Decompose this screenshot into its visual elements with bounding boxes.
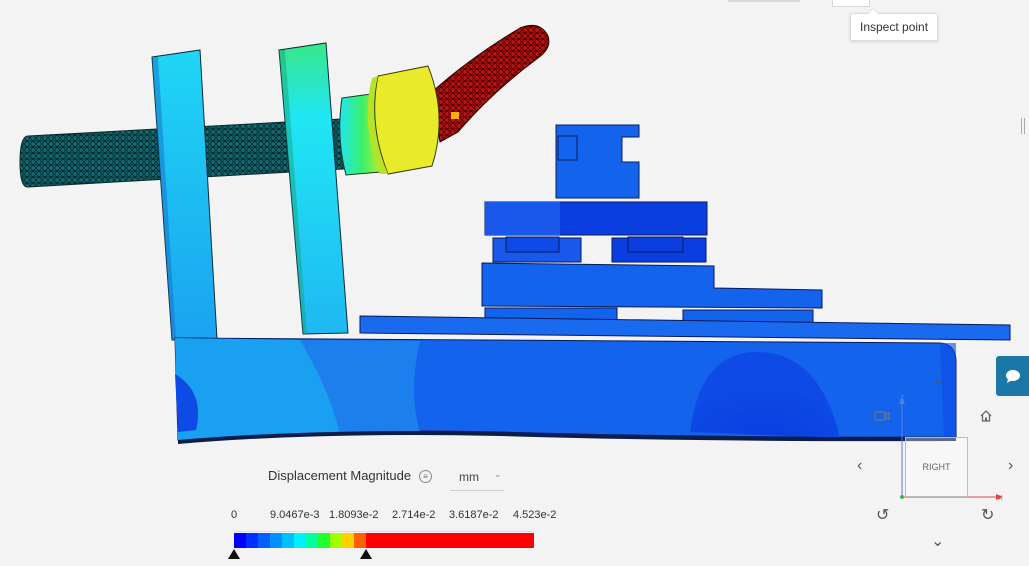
legend-menu-icon[interactable]: ≡ (419, 470, 432, 483)
unit-dropdown[interactable]: mm ⌄ (450, 463, 504, 491)
legend-title: Displacement Magnitude (268, 468, 412, 483)
view-cube-right-face[interactable]: RIGHT (905, 437, 968, 497)
legend-tick: 1.8093e-2 (329, 509, 379, 521)
unit-value: mm (459, 470, 479, 484)
toolbar-edge (728, 0, 800, 2)
legend-tick: 4.523e-2 (513, 509, 557, 521)
chat-button[interactable] (996, 356, 1029, 396)
legend-tick: 9.0467e-3 (270, 509, 320, 521)
inspect-point-button[interactable] (832, 0, 870, 7)
legend-tick: 2.714e-2 (392, 509, 436, 521)
colorbar-segment (342, 533, 354, 548)
rotate-right-icon[interactable]: ↻ (981, 508, 994, 524)
colorbar-segment (306, 533, 318, 548)
panel-resize-handle[interactable] (1021, 118, 1025, 134)
meshed-hose-red (431, 24, 550, 143)
nav-left-chevron-icon[interactable]: ‹ (857, 458, 862, 474)
colorbar-segment (234, 533, 246, 548)
colorbar-segment (258, 533, 270, 548)
legend-tick: 3.6187e-2 (449, 509, 499, 521)
support-post-left (151, 49, 218, 341)
colorbar-segment (366, 533, 534, 548)
legend-max-marker[interactable] (360, 549, 372, 559)
coupling-ring-large (374, 65, 440, 175)
nav-down-chevron-icon[interactable]: ⌄ (931, 534, 944, 550)
legend-min-marker[interactable] (228, 549, 240, 559)
inspect-point-tooltip: Inspect point (850, 8, 939, 41)
model-render[interactable] (0, 0, 1029, 561)
legend-tick: 0 (231, 509, 238, 521)
axis-z-label: Z (900, 395, 905, 402)
legend-ticks: 0 9.0467e-3 1.8093e-2 2.714e-2 3.6187e-2… (228, 509, 568, 523)
colorbar-segment (282, 533, 294, 548)
3d-viewport[interactable] (0, 0, 1029, 561)
video-camera-icon[interactable] (874, 409, 890, 427)
support-post-right (278, 42, 349, 335)
colorbar-segment (246, 533, 258, 548)
colorbar-segment (318, 533, 330, 548)
colorbar-segment (294, 533, 306, 548)
axis-x-label: X (998, 495, 1003, 502)
legend-colorbar (234, 533, 534, 548)
nav-right-chevron-icon[interactable]: › (1008, 458, 1013, 474)
colorbar-segment (354, 533, 366, 548)
plate-middle (481, 262, 823, 309)
chat-icon (1005, 369, 1020, 383)
colorbar-segment (330, 533, 342, 548)
legend-slider-track (234, 531, 534, 532)
chevron-down-icon: ⌄ (494, 469, 502, 479)
colorbar-segment (270, 533, 282, 548)
rotate-left-icon[interactable]: ↺ (876, 508, 889, 524)
